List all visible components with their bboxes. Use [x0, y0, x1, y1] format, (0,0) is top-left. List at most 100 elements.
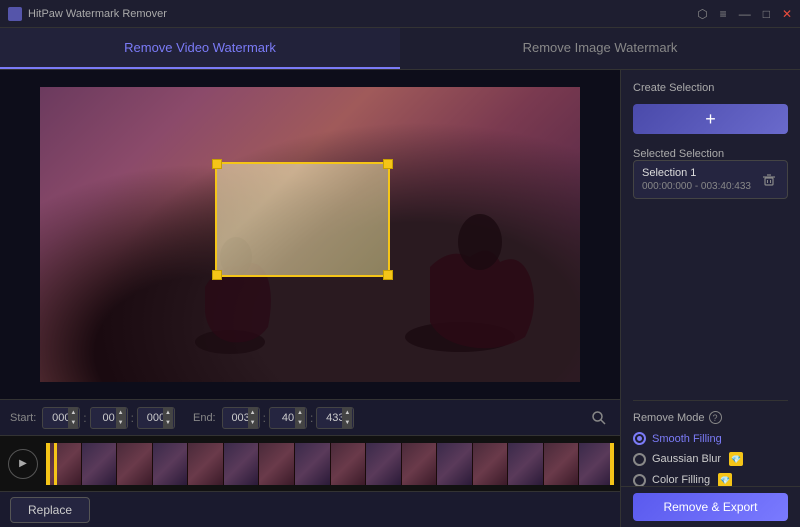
add-selection-button[interactable]: + [633, 104, 788, 134]
film-strip[interactable] [46, 443, 614, 485]
selection-item-time: 000:00:000 - 003:40:433 [642, 181, 759, 192]
main-content: Start: 000 ▲ ▼ : 00 ▲ ▼ : [0, 70, 800, 527]
film-frame [82, 443, 117, 485]
end-minutes-down[interactable]: ▼ [295, 418, 305, 428]
film-frame [331, 443, 366, 485]
minimize-icon[interactable]: — [739, 7, 751, 21]
handle-bottom-right[interactable] [383, 270, 393, 280]
end-milliseconds[interactable]: 433 ▲ ▼ [316, 407, 354, 429]
replace-button[interactable]: Replace [10, 497, 90, 523]
end-ms-down[interactable]: ▼ [342, 418, 352, 428]
window-controls[interactable]: ⬡ ≡ — □ ✕ [697, 7, 792, 21]
handle-top-left[interactable] [212, 159, 222, 169]
film-frame [259, 443, 294, 485]
radio-color[interactable] [633, 474, 646, 487]
tab-remove-video[interactable]: Remove Video Watermark [0, 28, 400, 69]
end-minutes[interactable]: 40 ▲ ▼ [269, 407, 307, 429]
selection-item-info: Selection 1 000:00:000 - 003:40:433 [642, 167, 759, 192]
search-icon [591, 410, 607, 426]
end-hours-down[interactable]: ▼ [248, 418, 258, 428]
video-area[interactable] [0, 70, 620, 399]
info-icon[interactable]: ? [709, 411, 722, 424]
handle-bottom-left[interactable] [212, 270, 222, 280]
play-button[interactable]: ▶ [8, 449, 38, 479]
film-frame [473, 443, 508, 485]
search-button[interactable] [588, 407, 610, 429]
share-icon[interactable]: ⬡ [697, 7, 707, 21]
timeline-start-marker [46, 443, 50, 485]
start-time-group: 000 ▲ ▼ : 00 ▲ ▼ : 000 [42, 407, 175, 429]
maximize-icon[interactable]: □ [763, 7, 770, 21]
timeline-controls: Start: 000 ▲ ▼ : 00 ▲ ▼ : [0, 399, 620, 435]
mode-smooth-label: Smooth Filling [652, 433, 722, 445]
app-icon [8, 7, 22, 21]
end-minutes-up[interactable]: ▲ [295, 408, 305, 418]
handle-top-right[interactable] [383, 159, 393, 169]
start-seconds[interactable]: 000 ▲ ▼ [137, 407, 175, 429]
start-hours-down[interactable]: ▼ [68, 418, 78, 428]
mode-color-label: Color Filling [652, 474, 710, 486]
right-panel: Create Selection + Selected Selection Se… [620, 70, 800, 527]
export-button[interactable]: Remove & Export [633, 493, 788, 521]
radio-smooth[interactable] [633, 432, 646, 445]
film-frame [117, 443, 152, 485]
film-frame [402, 443, 437, 485]
bottom-bar: Replace [0, 491, 620, 527]
film-frame [579, 443, 614, 485]
film-frame [508, 443, 543, 485]
video-canvas [40, 87, 580, 382]
film-frame [46, 443, 81, 485]
end-hours-up[interactable]: ▲ [248, 408, 258, 418]
export-area: Remove & Export [621, 486, 800, 527]
end-hours[interactable]: 003 ▲ ▼ [222, 407, 260, 429]
premium-badge-color: 💎 [718, 473, 732, 487]
timeline-strip[interactable]: ▶ [0, 435, 620, 491]
trash-icon [762, 173, 776, 187]
start-minutes-down[interactable]: ▼ [116, 418, 126, 428]
end-ms-up[interactable]: ▲ [342, 408, 352, 418]
premium-badge-gaussian: 💎 [729, 452, 743, 466]
start-seconds-down[interactable]: ▼ [163, 418, 173, 428]
timeline-playhead[interactable] [54, 443, 57, 485]
create-selection-label: Create Selection [633, 82, 788, 94]
start-label: Start: [10, 412, 36, 424]
mode-color[interactable]: Color Filling 💎 [633, 473, 788, 487]
start-seconds-up[interactable]: ▲ [163, 408, 173, 418]
create-selection-area: Create Selection + [633, 82, 788, 134]
delete-selection-button[interactable] [759, 170, 779, 190]
close-icon[interactable]: ✕ [782, 7, 792, 21]
title-bar-left: HitPaw Watermark Remover [8, 7, 167, 21]
film-frame [544, 443, 579, 485]
app-title: HitPaw Watermark Remover [28, 8, 167, 20]
film-frame [366, 443, 401, 485]
film-frame [188, 443, 223, 485]
timeline-end-marker [610, 443, 614, 485]
film-frame [295, 443, 330, 485]
film-frame [437, 443, 472, 485]
tab-bar: Remove Video Watermark Remove Image Wate… [0, 28, 800, 70]
selected-section: Selected Selection Selection 1 000:00:00… [633, 146, 788, 388]
mode-gaussian[interactable]: Gaussian Blur 💎 [633, 452, 788, 466]
selected-section-label: Selected Selection [633, 148, 724, 160]
tab-remove-image[interactable]: Remove Image Watermark [400, 28, 800, 69]
end-time-group: 003 ▲ ▼ : 40 ▲ ▼ : 433 [222, 407, 355, 429]
selection-box[interactable] [215, 162, 390, 277]
selection-item-name: Selection 1 [642, 167, 759, 179]
title-bar: HitPaw Watermark Remover ⬡ ≡ — □ ✕ [0, 0, 800, 28]
start-minutes[interactable]: 00 ▲ ▼ [90, 407, 128, 429]
selection-inner [217, 164, 388, 275]
film-frames [46, 443, 614, 485]
radio-gaussian[interactable] [633, 453, 646, 466]
end-label: End: [193, 412, 216, 424]
remove-mode-label: Remove Mode ? [633, 411, 788, 424]
film-frame [224, 443, 259, 485]
menu-icon[interactable]: ≡ [720, 7, 727, 21]
mode-smooth[interactable]: Smooth Filling [633, 432, 788, 445]
selection-item[interactable]: Selection 1 000:00:000 - 003:40:433 [633, 160, 788, 199]
start-hours[interactable]: 000 ▲ ▼ [42, 407, 80, 429]
film-frame [153, 443, 188, 485]
left-panel: Start: 000 ▲ ▼ : 00 ▲ ▼ : [0, 70, 620, 527]
mode-gaussian-label: Gaussian Blur [652, 453, 721, 465]
start-hours-up[interactable]: ▲ [68, 408, 78, 418]
start-minutes-up[interactable]: ▲ [116, 408, 126, 418]
